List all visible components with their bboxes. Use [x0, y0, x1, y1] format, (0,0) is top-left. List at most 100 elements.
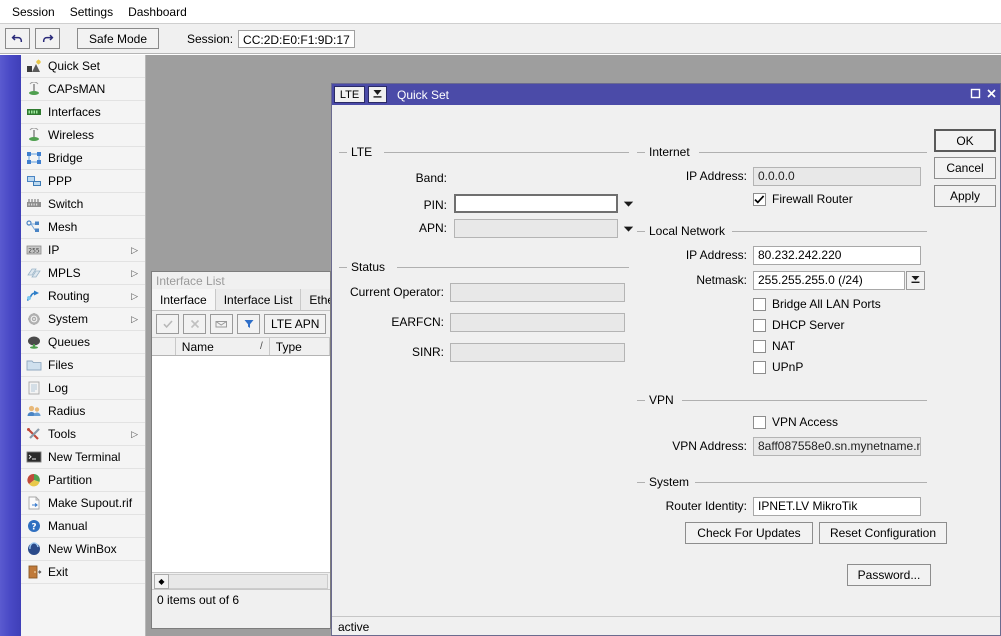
firewall-router-checkbox-row[interactable]: Firewall Router	[753, 192, 853, 206]
lan-ip-input[interactable]: 80.232.242.220	[753, 246, 921, 265]
chevron-right-icon: ▷	[131, 313, 138, 324]
sidebar-item-files[interactable]: Files	[21, 354, 145, 377]
upnp-row[interactable]: UPnP	[753, 360, 803, 374]
dhcp-server-row[interactable]: DHCP Server	[753, 318, 844, 332]
tab-interface[interactable]: Interface	[152, 289, 216, 310]
check-for-updates-button[interactable]: Check For Updates	[685, 522, 813, 544]
upnp-checkbox[interactable]	[753, 360, 766, 374]
router-identity-label: Router Identity:	[665, 499, 747, 513]
dropdown-bar-icon	[910, 274, 921, 288]
sidebar-item-capsman[interactable]: CAPsMAN	[21, 78, 145, 101]
sidebar-item-switch[interactable]: Switch	[21, 193, 145, 216]
group-line-right	[384, 152, 629, 153]
router-identity-input[interactable]: IPNET.LV MikroTik	[753, 497, 921, 516]
sidebar-item-new-terminal[interactable]: New Terminal	[21, 446, 145, 469]
ok-button[interactable]: OK	[934, 129, 996, 152]
sidebar-item-queues[interactable]: Queues	[21, 331, 145, 354]
tab-ethernet[interactable]: Ethernet	[301, 289, 330, 310]
safe-mode-button[interactable]: Safe Mode	[77, 28, 159, 49]
interface-list-toolbar: LTE APN	[152, 311, 330, 337]
filter-button[interactable]	[237, 314, 260, 334]
disable-button[interactable]	[183, 314, 206, 334]
manual-help-icon: ?	[25, 518, 43, 534]
menu-item-session[interactable]: Session	[6, 3, 64, 21]
column-header-name[interactable]: Name /	[176, 338, 270, 355]
sidebar-item-interfaces[interactable]: Interfaces	[21, 101, 145, 124]
sidebar-item-log[interactable]: Log	[21, 377, 145, 400]
cancel-button[interactable]: Cancel	[934, 157, 996, 179]
sidebar-item-bridge[interactable]: Bridge	[21, 147, 145, 170]
scrollbar-trough[interactable]	[169, 573, 328, 589]
horizontal-scrollbar[interactable]: ◆	[152, 572, 330, 589]
terminal-icon	[25, 449, 43, 465]
close-button[interactable]	[985, 88, 998, 101]
netmask-input[interactable]: 255.255.255.0 (/24)	[753, 271, 905, 290]
bridge-all-lan-ports-label: Bridge All LAN Ports	[772, 297, 881, 311]
pin-dropdown-arrow[interactable]	[621, 194, 635, 213]
sidebar-item-radius[interactable]: Radius	[21, 400, 145, 423]
netmask-dropdown-button[interactable]	[906, 271, 925, 290]
vpn-access-checkbox[interactable]	[753, 415, 766, 429]
internet-group-title: Internet	[645, 145, 694, 159]
undo-button[interactable]	[5, 28, 30, 49]
sidebar-item-partition[interactable]: Partition	[21, 469, 145, 492]
sidebar-item-new-winbox[interactable]: New WinBox	[21, 538, 145, 561]
ppp-icon	[25, 173, 43, 189]
sidebar-item-label: System	[48, 312, 89, 326]
session-value[interactable]: CC:2D:E0:F1:9D:17	[238, 29, 355, 48]
sidebar-item-label: Exit	[48, 565, 69, 579]
firewall-router-checkbox[interactable]	[753, 192, 766, 206]
menu-item-dashboard[interactable]: Dashboard	[122, 3, 196, 21]
password-button[interactable]: Password...	[847, 564, 931, 586]
sidebar-item-mesh[interactable]: Mesh	[21, 216, 145, 239]
dhcp-server-checkbox[interactable]	[753, 318, 766, 332]
quick-set-mode-dropdown[interactable]	[368, 86, 387, 103]
bridge-all-lan-ports-checkbox[interactable]	[753, 297, 766, 311]
current-operator-label: Current Operator:	[349, 285, 444, 299]
enable-button[interactable]	[156, 314, 179, 334]
sidebar-item-system[interactable]: System ▷	[21, 308, 145, 331]
sidebar-item-manual[interactable]: ? Manual	[21, 515, 145, 538]
redo-button[interactable]	[35, 28, 60, 49]
quick-set-dialog: LTE Quick Set LTE Band: PIN: APN: Status…	[331, 83, 1001, 636]
sidebar-item-exit[interactable]: Exit	[21, 561, 145, 584]
scroll-left-icon[interactable]: ◆	[154, 573, 169, 589]
comment-button[interactable]	[210, 314, 233, 334]
session-label: Session:	[187, 31, 234, 46]
bridge-all-lan-ports-row[interactable]: Bridge All LAN Ports	[753, 297, 881, 311]
nat-row[interactable]: NAT	[753, 339, 795, 353]
nat-label: NAT	[772, 339, 796, 353]
sidebar-item-ppp[interactable]: PPP	[21, 170, 145, 193]
column-header-type[interactable]: Type	[270, 338, 330, 355]
sidebar-item-routing[interactable]: Routing ▷	[21, 285, 145, 308]
interface-list-window: Interface List Interface Interface List …	[151, 271, 331, 629]
sidebar-item-tools[interactable]: Tools ▷	[21, 423, 145, 446]
sidebar-item-wireless[interactable]: Wireless	[21, 124, 145, 147]
sidebar-item-quick-set[interactable]: Quick Set	[21, 55, 145, 78]
sidebar-item-make-supout[interactable]: Make Supout.rif	[21, 492, 145, 515]
reset-configuration-button[interactable]: Reset Configuration	[819, 522, 947, 544]
apn-dropdown-arrow[interactable]	[621, 219, 635, 238]
tab-interface-list[interactable]: Interface List	[215, 289, 302, 310]
nat-checkbox[interactable]	[753, 339, 766, 353]
menu-item-settings[interactable]: Settings	[64, 3, 122, 21]
vpn-access-row[interactable]: VPN Access	[753, 415, 838, 429]
sidebar-item-label: Switch	[48, 197, 84, 211]
sidebar-item-label: MPLS	[48, 266, 81, 280]
pin-label: PIN:	[423, 198, 447, 212]
maximize-button[interactable]	[969, 88, 982, 101]
apply-button[interactable]: Apply	[934, 185, 996, 207]
sidebar-item-ip[interactable]: 255 IP ▷	[21, 239, 145, 262]
sidebar-menu: Quick Set CAPsMAN Interfaces Wireless Br…	[21, 55, 146, 636]
quick-set-mode-button[interactable]: LTE	[334, 86, 365, 103]
sidebar-item-label: New Terminal	[48, 450, 121, 464]
lte-apn-button[interactable]: LTE APN	[264, 314, 327, 334]
sidebar-item-label: Files	[48, 358, 74, 372]
radius-icon	[25, 403, 43, 419]
funnel-icon	[243, 318, 255, 330]
apn-input[interactable]	[454, 219, 618, 238]
interface-list-rows[interactable]	[152, 356, 330, 572]
sidebar-item-mpls[interactable]: MPLS ▷	[21, 262, 145, 285]
pin-input[interactable]	[454, 194, 618, 213]
redo-arrow-icon	[41, 32, 54, 45]
